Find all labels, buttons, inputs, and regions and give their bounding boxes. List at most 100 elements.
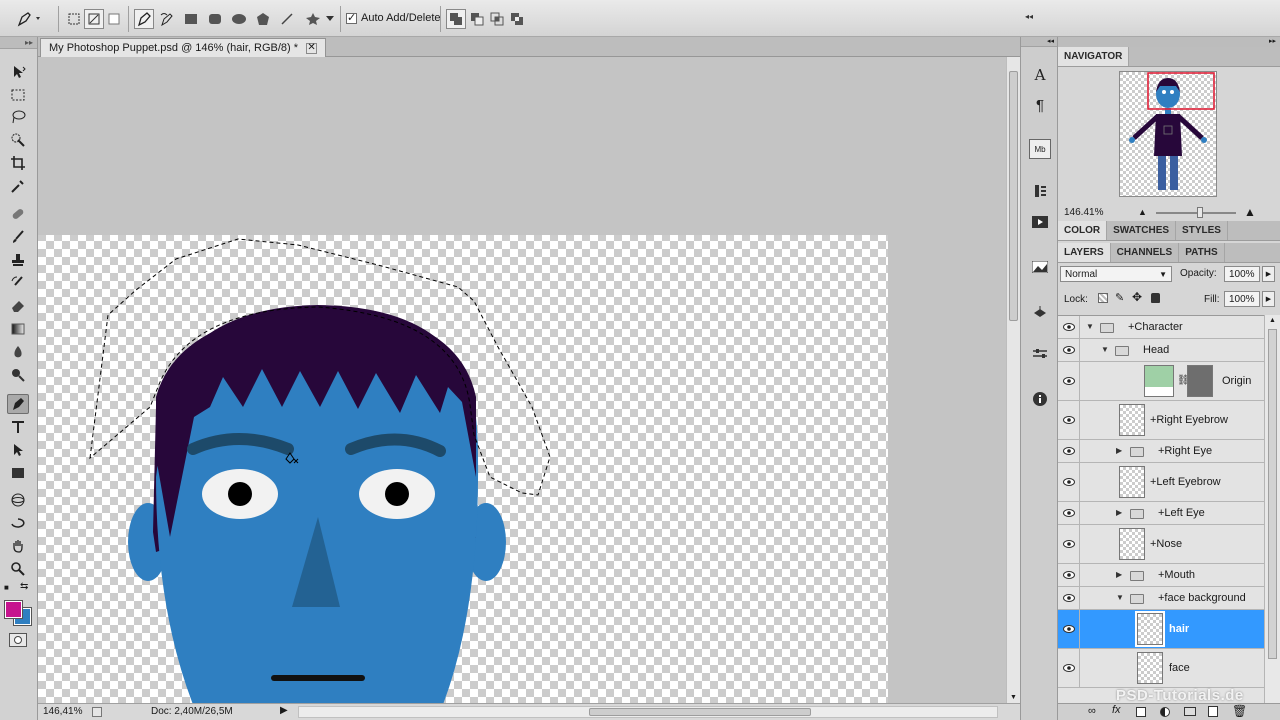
layer-style-icon[interactable]: fx	[1112, 704, 1121, 716]
navigator-zoom-value[interactable]: 146.41%	[1064, 207, 1103, 218]
lasso-tool[interactable]	[7, 107, 29, 127]
tab-paths[interactable]: PATHS	[1179, 243, 1225, 262]
fill-pixels-button[interactable]	[106, 9, 122, 29]
quick-mask-button[interactable]	[9, 633, 27, 647]
link-layers-icon[interactable]: ∞	[1088, 705, 1096, 717]
layer-mask-thumbnail[interactable]	[1187, 365, 1213, 397]
vertical-scroll-thumb[interactable]	[1009, 71, 1018, 321]
adjustment-layer-icon[interactable]	[1160, 707, 1170, 717]
visibility-eye-icon[interactable]	[1058, 564, 1080, 586]
auto-add-delete-toggle[interactable]: Auto Add/Delete	[346, 11, 441, 24]
polygon-tool-button[interactable]	[254, 9, 272, 29]
layer-row[interactable]: ▶ +Mouth	[1058, 564, 1264, 587]
default-colors-icon[interactable]: ■	[4, 583, 9, 592]
dodge-tool[interactable]	[7, 365, 29, 385]
intersect-path-areas-button[interactable]	[488, 9, 506, 29]
clone-stamp-tool[interactable]	[7, 250, 29, 270]
layer-row[interactable]: ▶ +Left Eye	[1058, 502, 1264, 525]
status-info-icon[interactable]	[92, 707, 102, 717]
lock-transparent-icon[interactable]	[1098, 293, 1108, 303]
layer-row[interactable]: +Nose	[1058, 525, 1264, 564]
layer-row[interactable]: ▼ Head	[1058, 339, 1264, 362]
freeform-pen-button[interactable]	[158, 9, 176, 29]
horizontal-scroll-thumb[interactable]	[589, 708, 811, 716]
pen-tool[interactable]	[7, 394, 29, 414]
expand-group-icon[interactable]: ▶	[1116, 570, 1122, 579]
character-panel-icon[interactable]: A	[1029, 65, 1051, 85]
history-panel-icon[interactable]	[1029, 181, 1051, 201]
navigator-zoom-slider[interactable]	[1156, 212, 1236, 214]
ellipse-tool-button[interactable]	[230, 9, 248, 29]
add-to-path-area-button[interactable]	[446, 9, 466, 29]
status-menu-arrow-icon[interactable]: ▶	[280, 705, 288, 716]
3d-rotate-tool[interactable]	[7, 490, 29, 510]
tab-styles[interactable]: STYLES	[1176, 221, 1228, 240]
masks-panel-icon[interactable]	[1029, 302, 1051, 322]
visibility-eye-icon[interactable]	[1058, 401, 1080, 439]
subtract-path-area-button[interactable]	[468, 9, 486, 29]
layer-row[interactable]: ▶ +Right Eye	[1058, 440, 1264, 463]
tab-channels[interactable]: CHANNELS	[1111, 243, 1180, 262]
visibility-eye-icon[interactable]	[1058, 610, 1080, 648]
3d-orbit-tool[interactable]	[7, 513, 29, 533]
lock-position-icon[interactable]: ✥	[1132, 290, 1142, 304]
tab-navigator[interactable]: NAVIGATOR	[1058, 47, 1130, 66]
new-group-icon[interactable]	[1184, 707, 1196, 716]
visibility-eye-icon[interactable]	[1058, 316, 1080, 338]
layer-row[interactable]: ⛓ Origin	[1058, 362, 1264, 401]
lock-all-icon[interactable]	[1151, 293, 1160, 303]
foreground-color-swatch[interactable]	[4, 600, 23, 619]
blur-tool[interactable]	[7, 342, 29, 362]
trash-icon[interactable]: 🗑	[1232, 704, 1247, 718]
fill-slider-toggle[interactable]: ▶	[1262, 291, 1275, 307]
dock-collapse-icon[interactable]: ◂◂	[1021, 37, 1057, 47]
layer-row[interactable]: face	[1058, 649, 1264, 688]
new-layer-icon[interactable]	[1208, 706, 1218, 717]
add-mask-icon[interactable]	[1136, 707, 1146, 717]
eraser-tool[interactable]	[7, 296, 29, 316]
history-brush-tool[interactable]	[7, 273, 29, 293]
panels-collapse-icon[interactable]: ▸▸	[1058, 37, 1280, 47]
move-tool[interactable]	[7, 62, 29, 82]
exclude-overlapping-button[interactable]	[508, 9, 526, 29]
line-tool-button[interactable]	[278, 9, 296, 29]
navigator-zoom-handle[interactable]	[1197, 207, 1203, 218]
paths-button[interactable]	[84, 9, 104, 29]
collapse-group-icon[interactable]: ▼	[1101, 345, 1109, 354]
lock-image-icon[interactable]: ✎	[1115, 291, 1124, 304]
tools-panel-collapse[interactable]: ▸▸	[0, 37, 37, 49]
visibility-eye-icon[interactable]	[1058, 502, 1080, 524]
geometry-options-dropdown[interactable]	[325, 9, 335, 29]
info-panel-icon[interactable]	[1029, 389, 1051, 409]
quick-selection-tool[interactable]	[7, 130, 29, 150]
navigator-preview[interactable]	[1119, 71, 1217, 197]
layer-row[interactable]: +Left Eyebrow	[1058, 463, 1264, 502]
scroll-down-icon[interactable]: ▼	[1010, 694, 1017, 701]
layer-row[interactable]: ▼ +Character	[1058, 316, 1264, 339]
scroll-up-icon[interactable]: ▲	[1269, 317, 1276, 324]
tab-swatches[interactable]: SWATCHES	[1107, 221, 1177, 240]
rectangle-tool-button[interactable]	[182, 9, 200, 29]
visibility-eye-icon[interactable]	[1058, 339, 1080, 361]
shape-tool[interactable]	[7, 463, 29, 483]
close-icon[interactable]: ✕	[306, 42, 318, 54]
zoom-level[interactable]: 146,41%	[43, 706, 82, 717]
blend-mode-select[interactable]: Normal ▼	[1060, 266, 1172, 282]
mini-bridge-icon[interactable]: Mb	[1029, 139, 1051, 159]
crop-tool[interactable]	[7, 153, 29, 173]
expand-group-icon[interactable]: ▶	[1116, 508, 1122, 517]
opacity-slider-toggle[interactable]: ▶	[1262, 266, 1275, 282]
shape-layers-button[interactable]	[66, 9, 82, 29]
fill-input[interactable]: 100%	[1224, 291, 1260, 307]
layers-scroll-thumb[interactable]	[1268, 329, 1277, 659]
rounded-rectangle-tool-button[interactable]	[206, 9, 224, 29]
brush-tool[interactable]	[7, 227, 29, 247]
vertical-scrollbar[interactable]: ▼	[1006, 57, 1020, 703]
canvas-area[interactable]	[38, 57, 1006, 703]
horizontal-scrollbar[interactable]	[298, 706, 998, 718]
visibility-eye-icon[interactable]	[1058, 649, 1080, 687]
expand-group-icon[interactable]: ▶	[1116, 446, 1122, 455]
opacity-input[interactable]: 100%	[1224, 266, 1260, 282]
pen-tool-button[interactable]	[134, 9, 154, 29]
expand-arrows-icon[interactable]: ◂◂	[1024, 6, 1034, 26]
